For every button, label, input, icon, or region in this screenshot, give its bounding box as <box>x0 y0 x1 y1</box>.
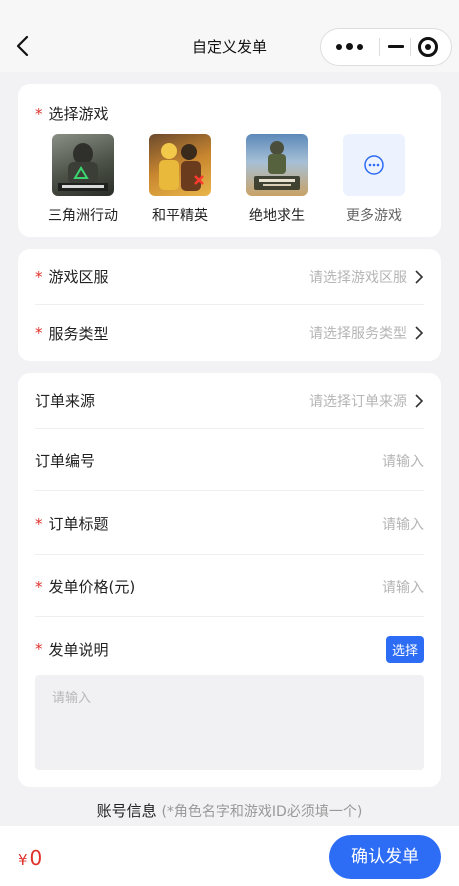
chevron-right-icon <box>415 326 424 340</box>
chevron-right-icon <box>415 393 424 408</box>
required-mark: * <box>35 104 43 123</box>
required-mark: * <box>35 267 43 286</box>
game-name: 和平精英 <box>152 208 208 224</box>
order-description-row: * 发单说明 选择 <box>35 621 424 677</box>
service-type-label: 服务类型 <box>48 324 109 343</box>
game-select-label: 选择游戏 <box>48 105 109 123</box>
account-info-header: 账号信息 (*角色名字和游戏ID必须填一个) <box>0 800 459 821</box>
order-number-input[interactable]: 请输入 <box>382 451 424 471</box>
game-name: 更多游戏 <box>346 208 402 224</box>
game-option-pubg[interactable]: 绝地求生 <box>237 134 317 225</box>
choose-template-button[interactable]: 选择 <box>385 635 424 663</box>
order-title-input[interactable]: 请输入 <box>382 514 424 534</box>
required-mark: * <box>35 577 43 596</box>
server-placeholder: 请选择游戏区服 <box>309 269 407 286</box>
game-option-delta-force[interactable]: 三角洲行动 <box>43 134 123 225</box>
order-number-row[interactable]: 订单编号 请输入 <box>35 431 424 491</box>
server-label: 游戏区服 <box>48 268 109 286</box>
required-mark: * <box>35 324 43 342</box>
peace-elite-icon <box>149 134 211 196</box>
currency-symbol: ¥ <box>18 851 28 869</box>
close-target-icon[interactable] <box>411 29 451 65</box>
delta-force-icon <box>52 134 114 196</box>
order-source-placeholder: 请选择订单来源 <box>309 393 407 410</box>
account-info-hint: (*角色名字和游戏ID必须填一个) <box>161 804 363 820</box>
game-name: 绝地求生 <box>249 208 305 224</box>
order-description-textarea[interactable] <box>35 675 424 770</box>
game-select-card: * 选择游戏 三角洲行动 和平精英 绝地求生 更多游戏 <box>18 84 441 237</box>
service-type-placeholder: 请选择服务类型 <box>309 326 407 342</box>
nav-bar: 自定义发单 <box>0 0 459 72</box>
required-mark: * <box>35 514 43 533</box>
minimize-icon[interactable] <box>380 29 410 65</box>
order-title-label: 订单标题 <box>48 515 109 533</box>
order-title-row[interactable]: * 订单标题 请输入 <box>35 493 424 555</box>
required-mark: * <box>35 640 43 658</box>
game-name: 三角洲行动 <box>48 208 118 224</box>
order-details-card: 订单来源 请选择订单来源 订单编号 请输入 * 订单标题 请输入 * 发单价格(… <box>18 373 441 787</box>
game-option-more[interactable]: 更多游戏 <box>334 134 414 225</box>
bottom-bar: ¥0 确认发单 <box>0 826 459 886</box>
pubg-icon <box>246 134 308 196</box>
total-price: ¥0 <box>18 846 42 870</box>
server-service-card: * 游戏区服 请选择游戏区服 * 服务类型 请选择服务类型 <box>18 249 441 361</box>
order-price-label: 发单价格(元) <box>48 578 136 596</box>
total-amount: 0 <box>29 846 43 870</box>
order-price-row[interactable]: * 发单价格(元) 请输入 <box>35 557 424 617</box>
confirm-order-button[interactable]: 确认发单 <box>329 835 441 879</box>
order-number-label: 订单编号 <box>35 452 96 470</box>
service-type-row[interactable]: * 服务类型 请选择服务类型 <box>35 305 424 361</box>
more-dots-icon[interactable] <box>321 29 379 65</box>
account-info-title: 账号信息 <box>96 802 157 820</box>
chevron-right-icon <box>415 269 424 284</box>
order-source-label: 订单来源 <box>35 392 96 410</box>
server-select-row[interactable]: * 游戏区服 请选择游戏区服 <box>35 249 424 305</box>
game-option-peace-elite[interactable]: 和平精英 <box>140 134 220 225</box>
mini-program-capsule <box>320 28 452 66</box>
more-games-icon <box>343 134 405 196</box>
order-price-input[interactable]: 请输入 <box>382 577 424 597</box>
order-description-label: 发单说明 <box>48 640 109 659</box>
order-source-row[interactable]: 订单来源 请选择订单来源 <box>35 373 424 429</box>
